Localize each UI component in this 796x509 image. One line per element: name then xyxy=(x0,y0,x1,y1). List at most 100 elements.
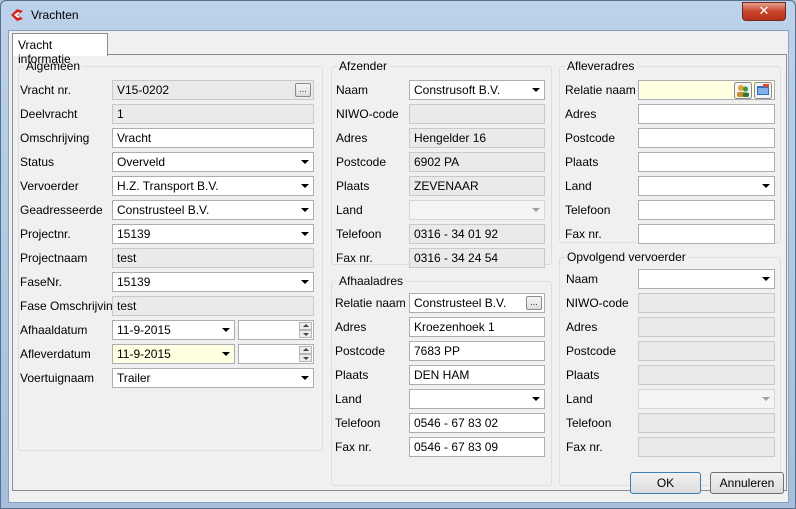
vracht-nr-browse-button[interactable]: ... xyxy=(295,83,311,97)
opvolgend-plaats-field[interactable] xyxy=(638,365,775,385)
tab-vracht-informatie[interactable]: Vracht informatie xyxy=(12,33,108,66)
window-title: Vrachten xyxy=(31,8,79,22)
afzender-plaats-field[interactable]: ZEVENAAR xyxy=(409,176,545,196)
aflever-adres-input[interactable] xyxy=(638,104,775,124)
chevron-down-icon xyxy=(222,352,230,356)
afhaaldatum-picker[interactable]: 11-9-2015 xyxy=(112,320,235,340)
opvolgend-adres-label: Adres xyxy=(566,320,598,334)
ok-button[interactable]: OK xyxy=(630,472,701,494)
aflever-relatie-field[interactable] xyxy=(638,80,775,100)
afhaal-land-label: Land xyxy=(335,392,362,406)
afzender-telefoon-field[interactable]: 0316 - 34 01 92 xyxy=(409,224,545,244)
afleverdatum-picker[interactable]: 11-9-2015 xyxy=(112,344,235,364)
projectnr-value: 15139 xyxy=(117,227,151,241)
fase-omschrijving-field[interactable]: test xyxy=(112,296,314,316)
afhaal-land-select[interactable] xyxy=(409,389,545,409)
opvolgend-niwo-label: NIWO-code xyxy=(566,296,629,310)
afhaaltijd-spinner[interactable] xyxy=(238,320,314,340)
vracht-nr-field[interactable]: V15-0202 ... xyxy=(112,80,314,100)
status-label: Status xyxy=(20,155,55,169)
afzender-niwo-field[interactable] xyxy=(409,104,545,124)
afhaal-adres-input[interactable]: Kroezenhoek 1 xyxy=(409,317,545,337)
aflever-fax-input[interactable] xyxy=(638,224,775,244)
fase-omschrijving-label: Fase Omschrijving xyxy=(20,299,120,313)
aflever-postcode-input[interactable] xyxy=(638,128,775,148)
aflevertijd-spinner[interactable] xyxy=(238,344,314,364)
deelvracht-field[interactable]: 1 xyxy=(112,104,314,124)
afzender-adres-field[interactable]: Hengelder 16 xyxy=(409,128,545,148)
chevron-down-icon xyxy=(762,397,770,401)
afhaal-relatie-label: Relatie naam xyxy=(335,296,406,310)
afzender-plaats-label: Plaats xyxy=(336,179,370,193)
spin-up-icon[interactable] xyxy=(299,346,312,354)
opvolgend-postcode-field[interactable] xyxy=(638,341,775,361)
group-opvolgend-title: Opvolgend vervoerder xyxy=(565,250,688,264)
projectnr-select[interactable]: 15139 xyxy=(112,224,314,244)
opvolgend-telefoon-field[interactable] xyxy=(638,413,775,433)
afhaal-plaats-input[interactable]: DEN HAM xyxy=(409,365,545,385)
group-afleveradres-title: Afleveradres xyxy=(565,59,637,73)
opvolgend-fax-field[interactable] xyxy=(638,437,775,457)
afzender-fax-field[interactable]: 0316 - 34 24 54 xyxy=(409,248,545,268)
chevron-down-icon xyxy=(532,208,540,212)
opvolgend-fax-label: Fax nr. xyxy=(566,440,603,454)
opvolgend-land-select[interactable] xyxy=(638,389,775,409)
aflevertijd-spin-buttons[interactable] xyxy=(299,346,312,362)
annuleren-button[interactable]: Annuleren xyxy=(710,472,784,494)
vracht-nr-value: V15-0202 xyxy=(117,83,170,97)
afhaal-relatie-browse-button[interactable]: ... xyxy=(526,296,542,310)
group-afzender-title: Afzender xyxy=(337,59,390,73)
afhaal-fax-input[interactable]: 0546 - 67 83 09 xyxy=(409,437,545,457)
voertuignaam-select[interactable]: Trailer xyxy=(112,368,314,388)
opvolgend-naam-select[interactable] xyxy=(638,269,775,289)
aflever-postcode-label: Postcode xyxy=(565,131,616,145)
spin-down-icon[interactable] xyxy=(299,330,312,338)
deelvracht-label: Deelvracht xyxy=(20,107,78,121)
close-button[interactable]: ✕ xyxy=(742,2,786,21)
omschrijving-input[interactable]: Vracht xyxy=(112,128,314,148)
afhaal-relatie-field[interactable]: Construsteel B.V. ... xyxy=(409,293,545,313)
afzender-niwo-label: NIWO-code xyxy=(336,107,399,121)
afzender-naam-label: Naam xyxy=(336,83,369,97)
opvolgend-niwo-field[interactable] xyxy=(638,293,775,313)
projectnaam-label: Projectnaam xyxy=(20,251,88,265)
dialog-window: Vrachten ✕ Vracht informatie Algemeen Vr… xyxy=(0,0,796,509)
afhaal-adres-label: Adres xyxy=(335,320,367,334)
chevron-down-icon xyxy=(301,208,309,212)
aflever-relatie-label: Relatie naam xyxy=(565,83,636,97)
chevron-down-icon xyxy=(762,184,770,188)
opvolgend-plaats-label: Plaats xyxy=(566,368,600,382)
afzender-postcode-field[interactable]: 6902 PA xyxy=(409,152,545,172)
afhaal-postcode-input[interactable]: 7683 PP xyxy=(409,341,545,361)
vervoerder-select[interactable]: H.Z. Transport B.V. xyxy=(112,176,314,196)
geadresseerde-select[interactable]: Construsteel B.V. xyxy=(112,200,314,220)
afhaal-telefoon-input[interactable]: 0546 - 67 83 02 xyxy=(409,413,545,433)
opvolgend-telefoon-label: Telefoon xyxy=(566,416,612,430)
chevron-down-icon xyxy=(301,160,309,164)
afzender-naam-select[interactable]: Construsoft B.V. xyxy=(409,80,545,100)
projectnaam-field[interactable]: test xyxy=(112,248,314,268)
afzender-postcode-label: Postcode xyxy=(336,155,387,169)
afhaal-plaats-label: Plaats xyxy=(335,368,369,382)
chevron-down-icon xyxy=(532,397,540,401)
aflever-land-select[interactable] xyxy=(638,176,775,196)
fasenr-select[interactable]: 15139 xyxy=(112,272,314,292)
spin-up-icon[interactable] xyxy=(299,322,312,330)
aflever-land-label: Land xyxy=(565,179,592,193)
opvolgend-adres-field[interactable] xyxy=(638,317,775,337)
afzender-telefoon-label: Telefoon xyxy=(336,227,382,241)
contacts-icon[interactable] xyxy=(734,82,752,99)
afleverdatum-label: Afleverdatum xyxy=(20,347,91,361)
title-bar[interactable]: Vrachten ✕ xyxy=(1,1,795,29)
chevron-down-icon xyxy=(301,184,309,188)
fasenr-value: 15139 xyxy=(117,275,151,289)
aflever-adres-label: Adres xyxy=(565,107,597,121)
open-folder-icon[interactable] xyxy=(754,82,772,99)
aflever-plaats-input[interactable] xyxy=(638,152,775,172)
aflever-fax-label: Fax nr. xyxy=(565,227,602,241)
spin-down-icon[interactable] xyxy=(299,354,312,362)
afhaaltijd-spin-buttons[interactable] xyxy=(299,322,312,338)
afzender-land-select[interactable] xyxy=(409,200,545,220)
status-select[interactable]: Overveld xyxy=(112,152,314,172)
aflever-telefoon-input[interactable] xyxy=(638,200,775,220)
